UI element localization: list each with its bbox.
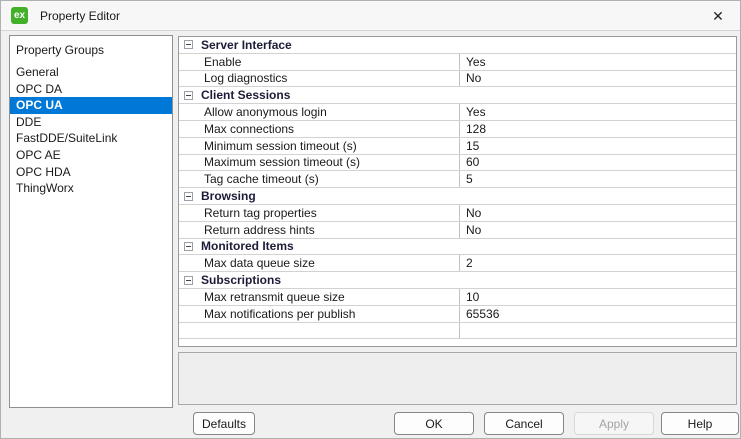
property-name: Minimum session timeout (s) [179,137,460,154]
section-header-row[interactable]: Browsing [179,188,736,205]
property-row: Tag cache timeout (s) 5 [179,171,736,189]
property-grid: Server Interface Enable Yes Log diagnostics… [178,36,737,347]
property-row: Return tag properties No [179,204,736,222]
sidebar-item-opc-ua[interactable]: OPC UA [10,97,172,114]
property-name: Maximum session timeout (s) [179,154,460,171]
property-row: Enable Yes [179,53,736,71]
section-title: Browsing [201,189,256,204]
property-groups-panel: Property Groups General OPC DA OPC UA DDE Fa… [9,35,173,408]
property-value[interactable]: 10 [460,290,736,304]
window-title: Property Editor [40,8,121,23]
collapse-minus-icon[interactable] [184,90,193,100]
property-row: Max retransmit queue size 10 [179,288,736,306]
section-title: Server Interface [201,37,292,52]
sidebar-item-general[interactable]: General [10,64,172,81]
property-value[interactable]: 65536 [460,307,736,321]
cancel-button[interactable]: Cancel [484,412,564,435]
property-name: Tag cache timeout (s) [179,171,460,188]
apply-button[interactable]: Apply [574,412,654,435]
property-row: Max connections 128 [179,120,736,138]
help-button[interactable]: Help [661,412,739,435]
property-row: Minimum session timeout (s) 15 [179,137,736,155]
app-icon: ex [11,7,28,24]
collapse-minus-icon[interactable] [184,191,193,201]
property-value[interactable]: 60 [460,155,736,169]
property-name: Return tag properties [179,204,460,221]
property-name [179,322,460,339]
sidebar-item-opc-ae[interactable]: OPC AE [10,147,172,164]
property-value[interactable]: No [460,71,736,85]
sidebar-item-fastdde-suitelink[interactable]: FastDDE/SuiteLink [10,130,172,147]
title-bar: ex Property Editor ✕ [1,1,740,31]
property-row: Log diagnostics No [179,70,736,88]
property-name: Max retransmit queue size [179,288,460,305]
collapse-minus-icon[interactable] [184,241,193,251]
sidebar-item-opc-hda[interactable]: OPC HDA [10,164,172,181]
property-groups-header: Property Groups [16,43,105,57]
property-row [179,322,736,340]
property-editor-dialog: ex Property Editor ✕ Property Groups Gen… [0,0,741,439]
property-row: Allow anonymous login Yes [179,104,736,121]
close-icon[interactable]: ✕ [706,5,730,27]
section-title: Client Sessions [201,88,291,103]
section-header-row[interactable]: Client Sessions [179,87,736,105]
property-name: Max connections [179,120,460,137]
property-value[interactable]: 15 [460,139,736,153]
property-name: Max data queue size [179,255,460,272]
property-name: Enable [179,53,460,70]
property-value[interactable]: 128 [460,122,736,136]
property-value[interactable]: No [460,223,736,237]
property-value[interactable]: Yes [460,105,736,119]
section-title: Subscriptions [201,273,282,288]
sidebar-item-opc-da[interactable]: OPC DA [10,81,172,98]
property-row: Max notifications per publish 65536 [179,305,736,323]
section-header-row[interactable]: Subscriptions [179,272,736,289]
property-value[interactable]: Yes [460,55,736,69]
sidebar-item-thingworx[interactable]: ThingWorx [10,180,172,197]
property-value[interactable]: No [460,206,736,220]
defaults-button[interactable]: Defaults [193,412,255,435]
property-name: Allow anonymous login [179,104,460,120]
section-header-row[interactable]: Server Interface [179,37,736,54]
property-value[interactable]: 2 [460,256,736,270]
sidebar-item-dde[interactable]: DDE [10,114,172,131]
property-name: Return address hints [179,221,460,238]
section-title: Monitored Items [201,239,294,254]
description-panel [178,352,737,405]
property-value[interactable]: 5 [460,172,736,186]
property-row: Maximum session timeout (s) 60 [179,154,736,172]
collapse-minus-icon[interactable] [184,275,193,285]
ok-button[interactable]: OK [394,412,474,435]
property-name: Max notifications per publish [179,305,460,322]
property-groups-list: General OPC DA OPC UA DDE FastDDE/SuiteLink O… [10,64,172,197]
collapse-minus-icon[interactable] [184,40,193,50]
property-row: Max data queue size 2 [179,255,736,273]
section-header-row[interactable]: Monitored Items [179,239,736,256]
property-name: Log diagnostics [179,70,460,87]
property-row: Return address hints No [179,221,736,239]
